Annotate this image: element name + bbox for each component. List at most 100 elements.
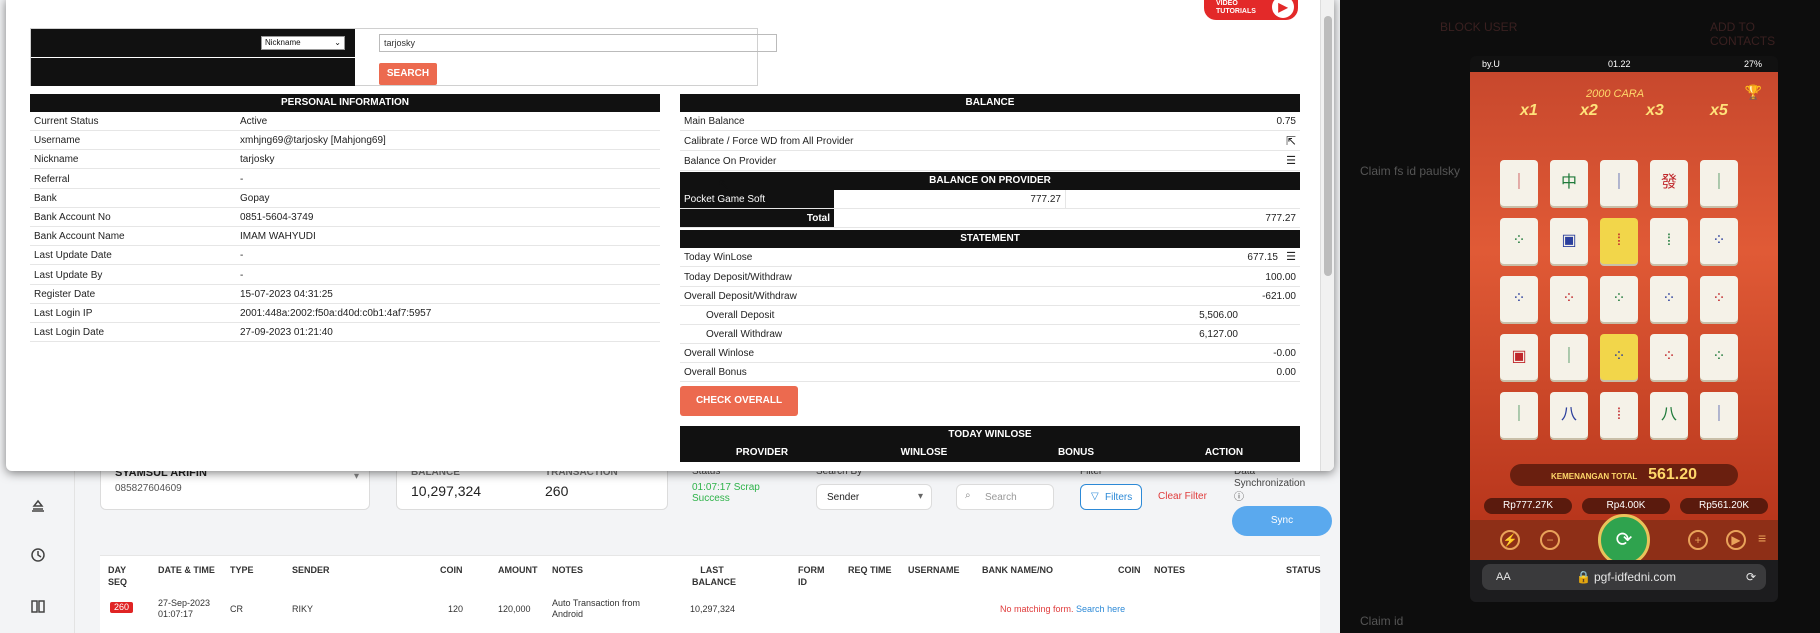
mahjong-game-view[interactable]: 2000 CARA 🏆 x1 x2 x3 x5 ｜ 中 ｜ 發 ｜ ⁘ ▣ ⁞ ⁞ ⁘ ⁘ ⁘ ⁘ ⁘ ⁘ ▣… [1470, 72, 1778, 520]
search-icon: ⌕ [965, 490, 971, 501]
mahjong-tile: ｜ [1600, 160, 1638, 206]
win-value: 561.20 [1648, 466, 1698, 483]
personal-info-row: Last Update Date - [30, 246, 660, 266]
col-req-time: REQ TIME [848, 565, 892, 575]
col-notes-2: NOTES [1154, 565, 1186, 575]
mahjong-tile: 八 [1650, 392, 1688, 438]
personal-info-row: Referral - [30, 170, 660, 189]
menu-icon[interactable]: ≡ [1758, 530, 1766, 546]
status-scrap: Scrap [733, 482, 760, 493]
statement-header: STATEMENT [680, 230, 1300, 248]
status-success: Success [692, 493, 730, 504]
sync-button[interactable]: Sync [1232, 506, 1332, 536]
search-type-value: Nickname [265, 38, 301, 47]
add-contacts-text: ADD TO CONTACTS [1710, 20, 1776, 48]
check-overall-button[interactable]: CHECK OVERALL [680, 386, 798, 416]
status-info: 01:07:17 Scrap Success [692, 482, 760, 504]
url-text: pgf-idfedni.com [1594, 570, 1677, 584]
lock-icon: 🔒 [1576, 570, 1591, 584]
mahjong-tile: ｜ [1500, 392, 1538, 438]
col-last-balance: LAST BALANCE [692, 565, 736, 587]
row-coin: 120 [448, 604, 464, 614]
total-win-bar: KEMENANGAN TOTAL 561.20 [1510, 464, 1738, 486]
main-balance-row: Main Balance 0.75 [680, 112, 1300, 131]
help-icon: ⓘ [1234, 492, 1244, 503]
today-winlose-row: Today WinLose 677.15 ☰ [680, 248, 1300, 267]
trophy-icon[interactable]: 🏆 [1745, 84, 1762, 101]
balance-pill: Rp777.27K [1484, 498, 1572, 514]
game-header-text: 2000 CARA [1586, 88, 1645, 100]
modal-scrollbar[interactable] [1320, 0, 1334, 471]
today-dw-row: Today Deposit/Withdraw 100.00 [680, 268, 1300, 287]
minus-icon[interactable]: − [1540, 530, 1560, 550]
personal-info-row: Bank Account Name IMAM WAHYUDI [30, 227, 660, 247]
personal-info-key: Register Date [34, 288, 96, 300]
turbo-icon[interactable]: ⚡ [1500, 530, 1520, 550]
claim-text-2: Claim id [1360, 614, 1404, 628]
spin-button[interactable]: ⟳ [1598, 514, 1650, 566]
overall-dw-value: -621.00 [1262, 291, 1296, 302]
col-date-time: DATE & TIME [158, 565, 215, 575]
reload-icon[interactable]: ⟳ [1746, 564, 1756, 590]
provider-row: Pocket Game Soft 777.27 [680, 190, 1300, 209]
search-here-link[interactable]: Search here [1076, 604, 1125, 614]
no-match-text: No matching form. Search here [1000, 604, 1126, 614]
overall-winlose-row: Overall Winlose -0.00 [680, 344, 1300, 363]
dashboard-icon[interactable] [28, 496, 48, 516]
scroll-thumb[interactable] [1324, 16, 1332, 276]
mahjong-tile: ⁘ [1650, 276, 1688, 322]
mahjong-tile: ⁘ [1600, 276, 1638, 322]
personal-info-key: Nickname [34, 154, 79, 166]
main-balance-label: Main Balance [684, 116, 745, 127]
auto-icon[interactable]: ▶ [1726, 530, 1746, 550]
balance-header: BALANCE [680, 94, 1300, 112]
plus-icon[interactable]: + [1688, 530, 1708, 550]
history-icon[interactable] [28, 545, 48, 565]
list-icon[interactable]: ☰ [1286, 248, 1296, 267]
mahjong-tile: ｜ [1700, 160, 1738, 206]
bet-pill: Rp4.00K [1582, 498, 1670, 514]
search-by-select[interactable]: Sender ▾ [816, 484, 932, 510]
row-amount: 120,000 [498, 604, 531, 614]
col-bonus: BONUS [1057, 447, 1095, 458]
total-value: 777.27 [1265, 213, 1296, 224]
overall-withdraw-row: Overall Withdraw 6,127.00 [680, 325, 1300, 344]
clear-filter-link[interactable]: Clear Filter [1158, 491, 1207, 502]
book-icon[interactable] [28, 596, 48, 616]
personal-info-row: Bank Account No 0851-5604-3749 [30, 208, 660, 227]
row-sender: RIKY [292, 604, 314, 614]
status-time: 01:07:17 [692, 482, 731, 493]
personal-info-row: Current Status Active [30, 112, 660, 131]
mahjong-tile: ⁞ [1600, 392, 1638, 438]
external-link-icon[interactable]: ⇱ [1286, 132, 1296, 151]
overall-bonus-value: 0.00 [1276, 367, 1296, 378]
balance-on-provider-row: Balance On Provider ☰ [680, 152, 1300, 171]
text-size-button[interactable]: AA [1496, 564, 1511, 590]
personal-info-header: PERSONAL INFORMATION [30, 94, 660, 112]
balance-on-provider-header: BALANCE ON PROVIDER [680, 172, 1300, 190]
col-form-id: FORM ID [798, 565, 825, 587]
mahjong-tile: ⁘ [1500, 218, 1538, 264]
search-input[interactable]: tarjosky [379, 34, 777, 52]
list-icon[interactable]: ☰ [1286, 152, 1296, 171]
search-button[interactable]: SEARCH [379, 63, 437, 85]
personal-info-row: Nickname tarjosky [30, 150, 660, 170]
today-winlose-value: 677.15 [1247, 252, 1278, 263]
overall-winlose-value: -0.00 [1273, 348, 1296, 359]
claim-text-1: Claim fs id paulsky [1360, 164, 1461, 178]
url-pill[interactable]: AA 🔒 pgf-idfedni.com ⟳ [1482, 564, 1766, 590]
col-amount: AMOUNT [498, 565, 538, 575]
video-tutorials-badge[interactable]: VIDEO TUTORIALS ▶ [1204, 0, 1298, 20]
bg-search-input[interactable]: ⌕ Search [956, 484, 1054, 510]
search-type-select[interactable]: Nickname ⌄ [261, 36, 345, 50]
mahjong-tile: ⁘ [1550, 276, 1588, 322]
mahjong-tile: ｜ [1550, 334, 1588, 380]
col-day-seq: DAY SEQ [108, 565, 128, 587]
col-notes: NOTES [552, 565, 584, 575]
filters-button[interactable]: ▽ Filters [1080, 484, 1142, 510]
today-winlose-label: Today WinLose [684, 252, 753, 263]
personal-info-value: 0851-5604-3749 [240, 212, 314, 223]
mahjong-tile: ⁞ [1600, 218, 1638, 264]
personal-info-value: - [240, 173, 244, 185]
transaction-value: 260 [545, 483, 569, 499]
